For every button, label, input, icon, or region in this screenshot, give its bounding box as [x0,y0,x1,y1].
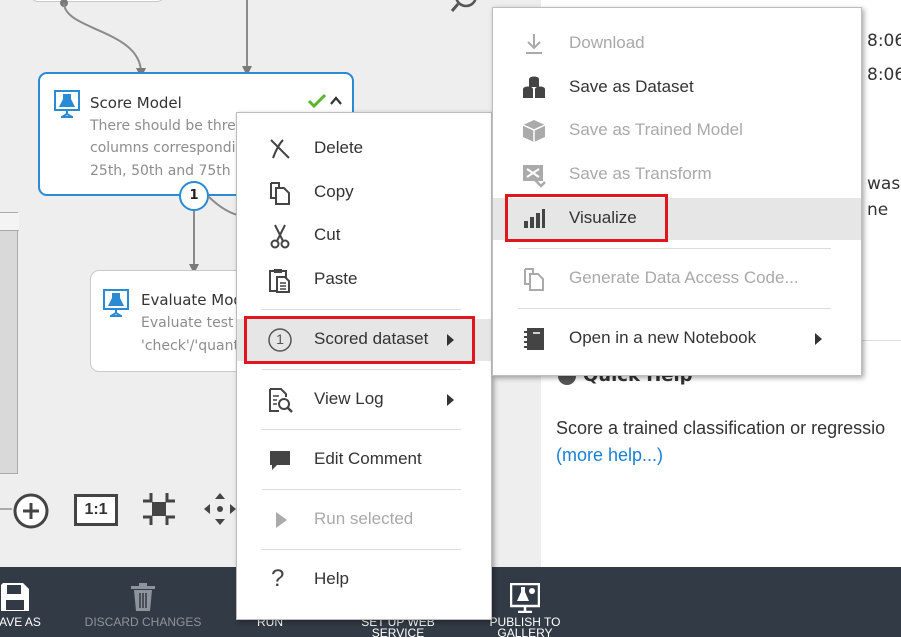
menu-item-label: Copy [314,182,354,201]
discard-changes-button[interactable]: DISCARD CHANGES [80,567,206,637]
play-icon [276,512,287,528]
menu-item-open-notebook[interactable]: Open in a new Notebook [493,318,861,360]
menu-item-label: Run selected [314,509,414,528]
menu-item-generate-data-access-code[interactable]: Generate Data Access Code... [493,258,861,300]
chevron-up-icon[interactable] [330,96,342,106]
save-as-label: AVE AS [0,615,41,629]
quick-help-text: Score a trained classification or regres… [556,418,886,438]
zoom-in-icon[interactable] [12,492,50,530]
menu-item-label: Delete [314,138,364,157]
actual-size-button[interactable]: 1:1 [74,494,118,526]
connector-line [60,0,146,78]
menu-item-label: Help [314,569,349,588]
score-model-desc-line: There should be three [90,118,245,134]
set-up-web-service-line: SERVICE [371,626,425,637]
highlight-box [244,316,475,364]
menu-item-cut[interactable]: Cut [237,215,491,257]
evaluate-model-desc-line: 'check'/'quant [141,338,239,354]
menu-separator [518,248,831,249]
menu-item-label: Save as Transform [569,164,712,183]
menu-item-copy[interactable]: Copy [237,172,491,214]
fit-to-screen-icon[interactable] [140,490,178,528]
delete-icon [270,139,290,159]
menu-separator [518,308,831,309]
menu-item-label: Cut [314,225,341,244]
flask-icon [103,289,129,317]
evaluate-model-desc-line: Evaluate test s [141,315,246,331]
score-model-title: Score Model [90,94,182,112]
text-fragment: ne [867,200,889,220]
menu-item-label: Edit Comment [314,449,422,468]
zoom-line [0,508,12,510]
copy-icon [270,182,290,205]
save-icon [1,583,29,611]
discard-changes-label: DISCARD CHANGES [84,615,202,629]
menu-item-paste[interactable]: Paste [237,259,491,301]
output-port[interactable]: 1 [179,181,209,211]
paste-icon [269,269,290,293]
time-label: 8:06 [867,65,901,85]
check-icon [308,94,326,108]
menu-item-download[interactable]: Download [493,23,861,65]
menu-item-label: Download [569,33,645,52]
menu-separator [262,489,461,490]
view-log-icon [269,388,293,413]
notebook-icon [524,328,544,350]
menu-item-label: Generate Data Access Code... [569,268,799,287]
set-up-web-service-label: SET UP WEB SERVICE [352,616,444,637]
module-palette-panel[interactable] [0,212,19,474]
menu-item-label: Save as Dataset [569,77,694,96]
menu-item-help[interactable]: ? Help [237,559,491,601]
time-label: 8:06 [867,31,901,51]
publish-to-gallery-button[interactable]: PUBLISH TO GALLERY [482,567,568,637]
menu-separator [262,549,461,550]
download-icon [526,34,542,54]
context-menu: Delete Copy Cut Paste 1 Scored dataset V… [236,112,492,620]
save-as-button[interactable]: AVE AS [0,567,60,637]
menu-item-save-as-trained-model[interactable]: Save as Trained Model [493,110,861,152]
highlight-box [505,194,668,242]
menu-item-run-selected[interactable]: Run selected [237,499,491,541]
actual-size-label: 1:1 [84,501,108,518]
submenu-arrow-icon [815,333,822,345]
menu-item-label: Paste [314,269,358,288]
trained-model-icon [522,120,546,142]
menu-separator [262,309,461,310]
menu-item-save-as-dataset[interactable]: Save as Dataset [493,67,861,109]
scissors-icon [270,224,290,249]
menu-separator [262,429,461,430]
help-icon: ? [271,565,285,592]
transform-icon [523,165,546,188]
publish-to-gallery-label: PUBLISH TO GALLERY [482,616,568,637]
evaluate-model-title: Evaluate Mod [141,291,243,309]
flask-icon [54,90,80,118]
score-model-desc-line: 25th, 50th and 75th p [90,163,245,179]
menu-item-label: View Log [314,389,384,408]
connector-line [246,0,248,72]
submenu-arrow-icon [447,394,454,406]
publish-to-gallery-line: GALLERY [497,626,553,637]
score-model-desc-line: columns correspondi [90,140,236,156]
code-icon [524,268,544,291]
pan-icon[interactable] [200,490,240,528]
dataset-icon [523,76,545,98]
submenu: Download Save as Dataset Save as Trained… [492,7,862,376]
menu-item-delete[interactable]: Delete [237,128,491,170]
menu-item-save-as-transform[interactable]: Save as Transform [493,154,861,196]
search-icon[interactable] [448,0,482,14]
menu-separator [262,369,461,370]
connector-line [193,211,195,271]
text-fragment: was [867,174,901,194]
more-help-link[interactable]: (more help...) [556,445,663,466]
menu-item-edit-comment[interactable]: Edit Comment [237,439,491,481]
menu-item-label: Save as Trained Model [569,120,743,139]
comment-icon [270,451,290,470]
publish-icon [510,583,540,613]
menu-item-view-log[interactable]: View Log [237,379,491,421]
menu-item-label: Open in a new Notebook [569,328,757,347]
trash-icon [131,583,155,611]
